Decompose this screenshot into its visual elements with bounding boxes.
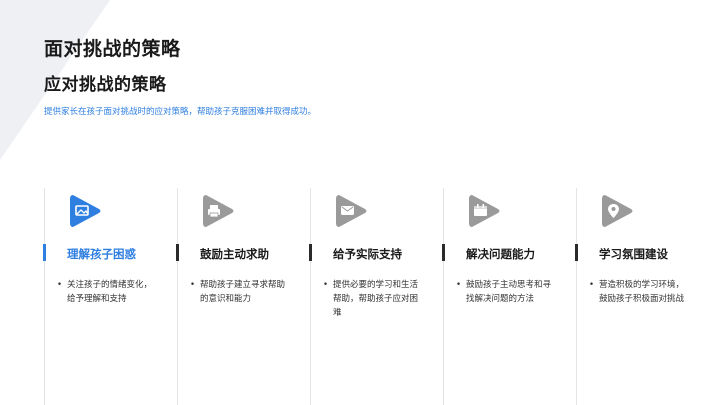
page-subtitle: 应对挑战的策略: [44, 75, 167, 95]
bullet-dot: •: [323, 280, 329, 290]
bullet-dot: •: [456, 280, 462, 290]
card-body: 关注孩子的情绪变化，给予理解和支持: [67, 280, 153, 304]
card-title: 解决问题能力: [466, 247, 535, 261]
printer-icon: [198, 192, 236, 230]
bullet-dot: •: [190, 280, 196, 290]
card-title: 理解孩子困惑: [67, 247, 136, 261]
image-icon: [65, 192, 103, 230]
strategy-card-1[interactable]: 理解孩子困惑 • 关注孩子的情绪变化，给予理解和支持: [43, 188, 170, 405]
card-body: 提供必要的学习和生活帮助，帮助孩子应对困难: [333, 280, 419, 318]
calendar-icon: [464, 192, 502, 230]
strategy-card-5[interactable]: 学习氛围建设 • 营造积极的学习环境，鼓励孩子积极面对挑战: [575, 188, 702, 405]
card-marker: [442, 244, 445, 261]
card-marker: [575, 244, 578, 261]
card-title: 学习氛围建设: [599, 247, 668, 261]
bullet-dot: •: [589, 280, 595, 290]
card-body: 营造积极的学习环境，鼓励孩子积极面对挑战: [599, 280, 685, 304]
card-body: 鼓励孩子主动思考和寻找解决问题的方法: [466, 280, 552, 304]
card-title: 鼓励主动求助: [200, 247, 269, 261]
strategy-cards: 理解孩子困惑 • 关注孩子的情绪变化，给予理解和支持 鼓励主动求助 • 帮助孩子…: [43, 188, 704, 405]
bullet-dot: •: [57, 280, 63, 290]
card-marker: [176, 244, 179, 261]
card-marker: [309, 244, 312, 261]
page-title: 面对挑战的策略: [44, 38, 181, 60]
page-description: 提供家长在孩子面对挑战时的应对策略，帮助孩子克服困难并取得成功。: [44, 107, 317, 117]
card-title: 给予实际支持: [333, 247, 402, 261]
location-icon: [597, 192, 635, 230]
card-marker: [43, 244, 46, 261]
card-body: 帮助孩子建立寻求帮助的意识和能力: [200, 280, 286, 304]
strategy-card-2[interactable]: 鼓励主动求助 • 帮助孩子建立寻求帮助的意识和能力: [176, 188, 303, 405]
strategy-card-3[interactable]: 给予实际支持 • 提供必要的学习和生活帮助，帮助孩子应对困难: [309, 188, 436, 405]
message-icon: [331, 192, 369, 230]
strategy-card-4[interactable]: 解决问题能力 • 鼓励孩子主动思考和寻找解决问题的方法: [442, 188, 569, 405]
